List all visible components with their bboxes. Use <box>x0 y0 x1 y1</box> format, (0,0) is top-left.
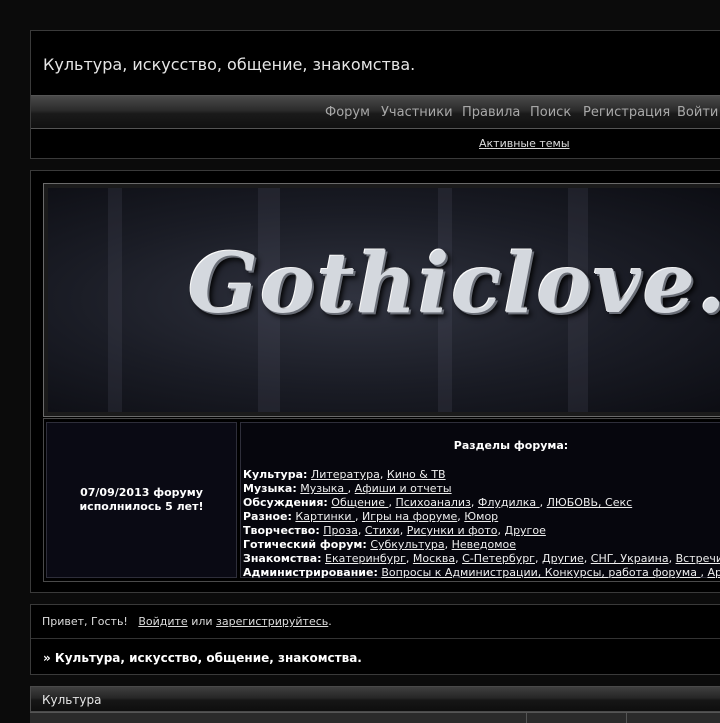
table-header <box>30 712 720 723</box>
link-cinema-tv[interactable]: Кино & ТВ <box>387 468 446 481</box>
category-misc: Разное: Картинки , Игры на форуме, Юмор <box>243 510 499 523</box>
nav-register[interactable]: Регистрация <box>583 105 670 120</box>
banner-image: Gothiclove.3b <box>48 188 720 412</box>
anniversary-notice: 07/09/2013 форуму исполнилось 5 лет! <box>46 422 237 578</box>
category-culture: Культура: Литература, Кино & ТВ <box>243 468 446 481</box>
nav-forum[interactable]: Форум <box>325 105 370 120</box>
nav-members[interactable]: Участники <box>381 105 453 120</box>
link-chat[interactable]: Общение <box>331 496 388 509</box>
link-psychoanalysis[interactable]: Психоанализ <box>395 496 470 509</box>
category-title[interactable]: Культура <box>42 693 101 707</box>
sections-title: Разделы форума: <box>453 439 569 452</box>
link-literature[interactable]: Литература <box>311 468 380 481</box>
category-dating: Знакомства: Екатеринбург, Москва, С-Пете… <box>243 552 720 565</box>
category-creativity: Творчество: Проза, Стихи, Рисунки и фото… <box>243 524 546 537</box>
nav-login[interactable]: Войти <box>677 105 718 120</box>
link-subculture[interactable]: Субкультура <box>370 538 444 551</box>
active-topics-link[interactable]: Активные темы <box>479 137 570 150</box>
category-music: Музыка: Музыка , Афиши и отчеты <box>243 482 452 495</box>
link-music[interactable]: Музыка <box>300 482 347 495</box>
link-prose[interactable]: Проза <box>323 524 358 537</box>
category-header: Культура <box>30 686 720 712</box>
banner-logo-text: Gothiclove.3b <box>188 236 720 332</box>
site-title: Культура, искусство, общение, знакомства… <box>43 55 416 74</box>
info-row: 07/09/2013 форуму исполнилось 5 лет! Раз… <box>43 418 720 582</box>
link-meetings[interactable]: Встречи <box>676 552 720 565</box>
nav-rules[interactable]: Правила <box>462 105 520 120</box>
sub-nav: Активные темы <box>31 128 720 158</box>
link-ar[interactable]: Ар <box>707 566 720 579</box>
link-flood[interactable]: Флудилка <box>478 496 540 509</box>
category-admin: Администрирование: Вопросы к Администрац… <box>243 566 720 579</box>
link-poems[interactable]: Стихи <box>365 524 400 537</box>
link-ekaterinburg[interactable]: Екатеринбург <box>325 552 406 565</box>
link-pictures[interactable]: Картинки <box>295 510 355 523</box>
link-cis-ukraine[interactable]: СНГ, Украина <box>591 552 669 565</box>
link-others[interactable]: Другие <box>542 552 584 565</box>
link-posters-reports[interactable]: Афиши и отчеты <box>355 482 452 495</box>
link-spb[interactable]: С-Петербург <box>462 552 535 565</box>
link-humor[interactable]: Юмор <box>464 510 498 523</box>
link-moscow[interactable]: Москва <box>413 552 455 565</box>
login-link[interactable]: Войдите <box>138 615 187 628</box>
link-unknown[interactable]: Неведомое <box>452 538 516 551</box>
greeting-box: Привет, Гость! Войдите или зарегистрируй… <box>30 604 720 675</box>
link-love[interactable]: ЛЮБОВЬ, Секс <box>547 496 633 509</box>
nav-search[interactable]: Поиск <box>530 105 571 120</box>
forum-sections: Разделы форума: Культура: Литература, Ки… <box>240 422 720 579</box>
nav-bar: Форум Участники Правила Поиск Регистраци… <box>31 95 720 129</box>
guest-greeting: Привет, Гость! Войдите или зарегистрируй… <box>42 615 332 628</box>
category-discussions: Обсуждения: Общение , Психоанализ, Флуди… <box>243 496 633 509</box>
divider <box>31 638 720 639</box>
banner[interactable]: Gothiclove.3b <box>43 183 720 417</box>
link-admin-questions[interactable]: Вопросы к Администрации, Конкурсы, работ… <box>381 566 700 579</box>
header: Культура, искусство, общение, знакомства… <box>30 30 720 159</box>
register-link[interactable]: зарегистрируйтесь <box>216 615 328 628</box>
link-other[interactable]: Другое <box>504 524 545 537</box>
category-gothic: Готический форум: Субкультура, Неведомое <box>243 538 517 551</box>
link-forum-games[interactable]: Игры на форуме <box>362 510 457 523</box>
link-drawings-photo[interactable]: Рисунки и фото <box>407 524 498 537</box>
breadcrumb: » Культура, искусство, общение, знакомст… <box>43 651 362 665</box>
main-panel: Gothiclove.3b 07/09/2013 форуму исполнил… <box>30 170 720 593</box>
